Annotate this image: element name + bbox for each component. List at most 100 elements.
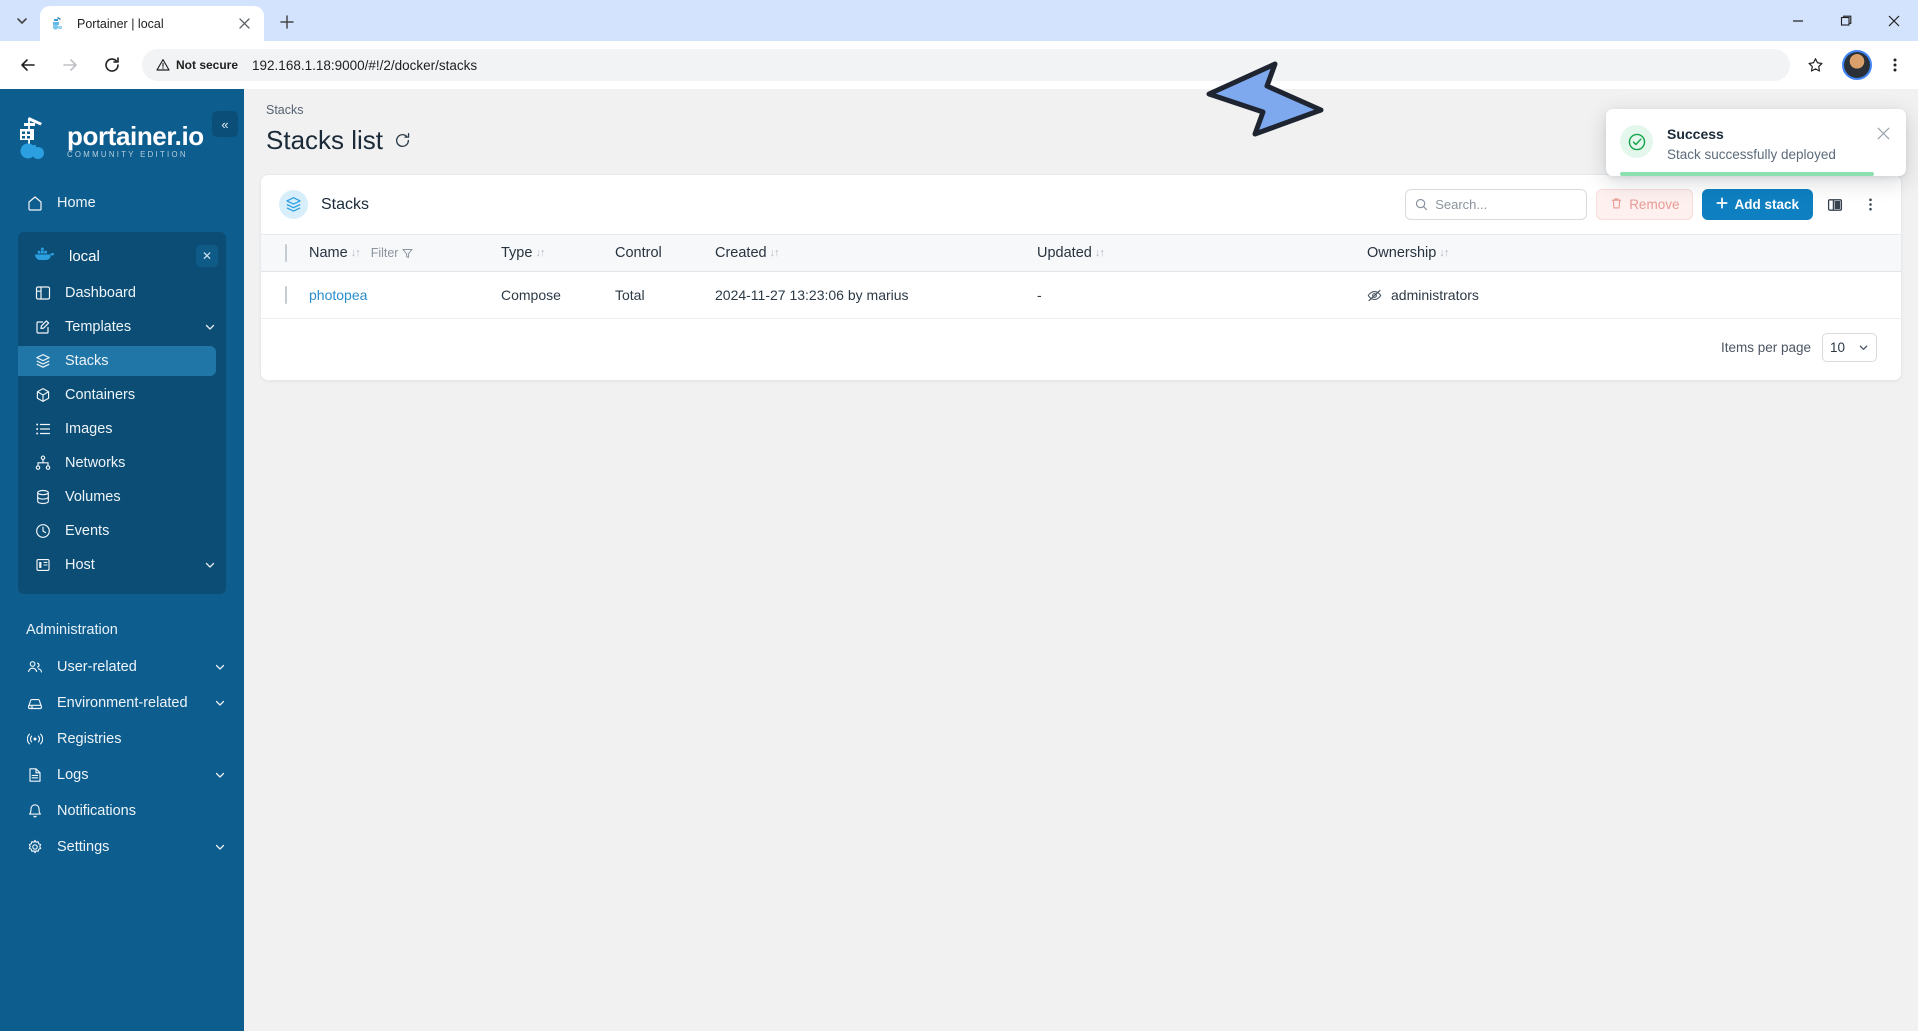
sidebar-item-host[interactable]: Host: [18, 550, 216, 580]
stack-name-link[interactable]: photopea: [309, 287, 367, 303]
new-tab-button[interactable]: [272, 7, 302, 37]
browser-menu-icon[interactable]: [1880, 50, 1910, 80]
refresh-icon[interactable]: [394, 132, 411, 149]
sidebar-item-label: Host: [65, 557, 95, 573]
columns-layout-icon[interactable]: [1822, 192, 1848, 218]
column-label: Created: [715, 245, 767, 261]
more-options-icon[interactable]: [1857, 192, 1883, 218]
sidebar-item-containers[interactable]: Containers: [18, 380, 216, 410]
row-checkbox-cell: [261, 271, 309, 319]
sidebar-item-settings[interactable]: Settings: [0, 834, 226, 860]
chevron-down-icon: [214, 841, 226, 853]
column-type[interactable]: Type ↓↑: [501, 234, 615, 272]
sidebar-item-registries[interactable]: Registries: [0, 726, 226, 752]
networks-icon: [34, 455, 51, 472]
card-actions: Remove Add stack: [1405, 189, 1883, 220]
home-icon: [26, 195, 43, 212]
dashboard-icon: [34, 285, 51, 302]
sidebar-item-notifications[interactable]: Notifications: [0, 798, 226, 824]
sidebar-item-dashboard[interactable]: Dashboard: [18, 278, 216, 308]
sidebar-item-home[interactable]: Home: [0, 190, 226, 216]
column-updated[interactable]: Updated ↓↑: [1037, 234, 1367, 272]
sidebar-item-label: Stacks: [65, 353, 109, 369]
sidebar-item-label: Home: [57, 195, 96, 211]
bell-icon: [26, 803, 43, 820]
sidebar-item-events[interactable]: Events: [18, 516, 216, 546]
table-row[interactable]: photopea Compose Total 2024-11-27 13:23:…: [261, 271, 1901, 319]
add-stack-button[interactable]: Add stack: [1702, 189, 1813, 220]
sidebar-item-label: Volumes: [65, 489, 121, 505]
window-close-icon[interactable]: [1870, 0, 1918, 41]
environment-header[interactable]: local ✕: [18, 238, 226, 274]
star-icon[interactable]: [1800, 50, 1830, 80]
docker-whale-icon: [34, 246, 56, 266]
environment-close-icon[interactable]: ✕: [196, 245, 218, 267]
sidebar-item-logs[interactable]: Logs: [0, 762, 226, 788]
sidebar-item-label: Templates: [65, 319, 132, 335]
back-icon[interactable]: [11, 48, 45, 82]
environment-block: local ✕ Dashboard Templates Stacks Conta…: [18, 232, 226, 594]
sidebar-item-label: Networks: [65, 455, 126, 471]
cell-updated: -: [1037, 271, 1367, 319]
registries-icon: [26, 731, 43, 748]
search-input[interactable]: [1435, 197, 1612, 212]
sidebar-section-administration: Administration: [26, 622, 118, 638]
toast-notification[interactable]: Success Stack successfully deployed: [1606, 109, 1906, 176]
column-label: Ownership: [1367, 245, 1437, 261]
column-created[interactable]: Created ↓↑: [715, 234, 1037, 272]
images-icon: [34, 421, 51, 438]
table-header-row: Name ↓↑ Filter Type ↓↑ Control Created ↓…: [261, 234, 1901, 272]
sidebar-collapse-icon[interactable]: «: [212, 111, 238, 137]
column-name[interactable]: Name ↓↑ Filter: [309, 234, 501, 272]
remove-button[interactable]: Remove: [1596, 189, 1694, 220]
sidebar-item-networks[interactable]: Networks: [18, 448, 216, 478]
portainer-logo[interactable]: portainer.io COMMUNITY EDITION: [0, 105, 244, 176]
column-ownership[interactable]: Ownership ↓↑: [1367, 234, 1901, 272]
sort-icon[interactable]: ↓↑: [351, 247, 361, 259]
sidebar-item-stacks[interactable]: Stacks: [18, 346, 216, 376]
reload-icon[interactable]: [95, 48, 129, 82]
sort-icon[interactable]: ↓↑: [1439, 247, 1449, 259]
row-checkbox[interactable]: [285, 286, 287, 304]
stacks-card: Stacks Search... Remove Add stack Name ↓…: [260, 174, 1902, 381]
security-indicator[interactable]: Not secure: [156, 58, 238, 72]
maximize-icon[interactable]: [1822, 0, 1870, 41]
toast-progress-bar: [1620, 172, 1874, 176]
sidebar-item-templates[interactable]: Templates: [18, 312, 216, 342]
filter-control[interactable]: Filter: [371, 246, 414, 260]
logo-title: portainer.io: [67, 120, 204, 151]
card-title: Stacks: [321, 195, 370, 213]
sidebar-item-volumes[interactable]: Volumes: [18, 482, 216, 512]
sidebar-nav: Home: [0, 190, 244, 216]
logs-icon: [26, 767, 43, 784]
select-all-checkbox[interactable]: [285, 244, 287, 262]
plus-icon: [1716, 197, 1729, 212]
sidebar-item-label: Logs: [57, 767, 89, 783]
sort-icon[interactable]: ↓↑: [1095, 247, 1105, 259]
host-icon: [34, 557, 51, 574]
address-bar[interactable]: Not secure 192.168.1.18:9000/#!/2/docker…: [142, 49, 1790, 81]
minimize-icon[interactable]: [1774, 0, 1822, 41]
chevron-down-icon: [204, 321, 216, 333]
sidebar-item-user-related[interactable]: User-related: [0, 654, 226, 680]
close-icon[interactable]: [234, 14, 254, 34]
toast-message: Stack successfully deployed: [1667, 147, 1836, 162]
select-all-column: [261, 234, 309, 272]
sort-icon[interactable]: ↓↑: [770, 247, 780, 259]
chevron-down-icon: [214, 661, 226, 673]
filter-label: Filter: [370, 246, 399, 260]
browser-tab[interactable]: Portainer | local: [40, 6, 264, 41]
search-box[interactable]: [1405, 189, 1629, 220]
sidebar-item-images[interactable]: Images: [18, 414, 216, 444]
avatar[interactable]: [1842, 50, 1872, 80]
sort-icon[interactable]: ↓↑: [535, 247, 545, 259]
window-controls: [1774, 0, 1918, 41]
sidebar-item-environment-related[interactable]: Environment-related: [0, 690, 226, 716]
ownership-label: administrators: [1391, 287, 1479, 303]
tab-search-icon[interactable]: [4, 4, 40, 38]
items-per-page-select[interactable]: 10: [1822, 333, 1877, 362]
sidebar-item-label: Environment-related: [57, 695, 188, 711]
forward-icon[interactable]: [53, 48, 87, 82]
chevron-down-icon: [214, 697, 226, 709]
toast-close-icon[interactable]: [1875, 125, 1892, 142]
